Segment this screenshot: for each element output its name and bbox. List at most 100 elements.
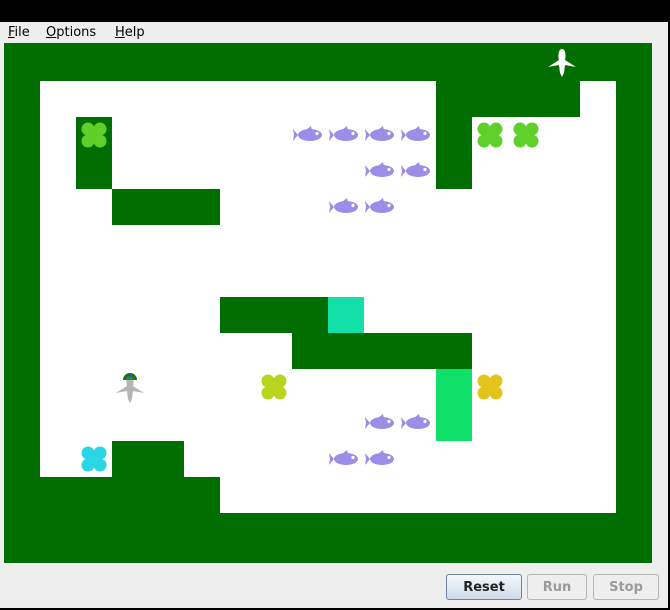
- floor-cell: [112, 153, 148, 189]
- control-bar: Reset Run Stop: [0, 564, 668, 608]
- floor-cell: [76, 261, 112, 297]
- floor-cell: [508, 297, 544, 333]
- flower-icon: [76, 441, 112, 477]
- menu-help-mnemonic: H: [115, 25, 125, 40]
- floor-cell: [256, 333, 292, 369]
- floor-cell: [544, 369, 580, 405]
- wall-cell: [76, 477, 112, 513]
- floor-cell: [580, 189, 616, 225]
- wall-cell: [400, 333, 436, 369]
- floor-cell: [544, 333, 580, 369]
- fish-icon: [364, 117, 400, 153]
- stop-button[interactable]: Stop: [593, 574, 659, 600]
- floor-cell: [184, 369, 220, 405]
- floor-cell: [400, 81, 436, 117]
- floor-cell: [364, 225, 400, 261]
- floor-cell: [292, 477, 328, 513]
- floor-cell: [112, 405, 148, 441]
- floor-cell: [40, 441, 76, 477]
- player-bird-icon[interactable]: [112, 369, 148, 405]
- floor-cell: [292, 81, 328, 117]
- wall-cell: [436, 117, 472, 153]
- floor-cell: [256, 405, 292, 441]
- menu-bar: File Options Help: [0, 22, 668, 43]
- floor-cell: [364, 297, 400, 333]
- floor-cell: [364, 81, 400, 117]
- floor-cell: [292, 441, 328, 477]
- floor-cell: [184, 261, 220, 297]
- floor-cell: [328, 153, 364, 189]
- floor-cell: [76, 405, 112, 441]
- floor-cell: [112, 297, 148, 333]
- floor-cell: [400, 261, 436, 297]
- wall-cell: [256, 297, 292, 333]
- floor-cell: [544, 189, 580, 225]
- game-board[interactable]: 1: [4, 43, 652, 563]
- floor-cell: [112, 81, 148, 117]
- floor-cell: [472, 441, 508, 477]
- menu-help[interactable]: Help: [115, 25, 145, 40]
- wall-cell: [292, 297, 328, 333]
- floor-cell: [40, 297, 76, 333]
- menu-options[interactable]: Options: [46, 25, 96, 40]
- floor-cell: [40, 189, 76, 225]
- run-button[interactable]: Run: [527, 574, 587, 600]
- floor-cell: [472, 333, 508, 369]
- floor-cell: [580, 405, 616, 441]
- menu-file[interactable]: File: [8, 25, 30, 40]
- floor-cell: [112, 117, 148, 153]
- floor-cell: [508, 441, 544, 477]
- floor-cell: [76, 81, 112, 117]
- floor-cell: [220, 333, 256, 369]
- fish-icon: [364, 153, 400, 189]
- floor-cell: [472, 261, 508, 297]
- floor-cell: [400, 441, 436, 477]
- floor-cell: [40, 333, 76, 369]
- floor-cell: [436, 261, 472, 297]
- floor-cell: [148, 405, 184, 441]
- floor-cell: [580, 261, 616, 297]
- floor-cell: [328, 225, 364, 261]
- floor-cell: [220, 153, 256, 189]
- floor-cell: [184, 441, 220, 477]
- wall-cell: [40, 477, 76, 513]
- floor-cell: [292, 261, 328, 297]
- floor-cell: [544, 441, 580, 477]
- floor-cell: [292, 369, 328, 405]
- wall-cell: [508, 81, 544, 117]
- floor-cell: [148, 117, 184, 153]
- floor-cell: [184, 405, 220, 441]
- wall-cell: [436, 153, 472, 189]
- floor-cell: [508, 225, 544, 261]
- flower-icon: [508, 117, 544, 153]
- wall-cell: [148, 441, 184, 477]
- wall-cell: [112, 189, 148, 225]
- floor-cell: [148, 81, 184, 117]
- floor-cell: [220, 477, 256, 513]
- floor-cell: [580, 81, 616, 117]
- wall-cell: [148, 189, 184, 225]
- floor-cell: [220, 405, 256, 441]
- floor-cell: [256, 477, 292, 513]
- floor-cell: [544, 405, 580, 441]
- floor-cell: [148, 369, 184, 405]
- floor-cell: [472, 405, 508, 441]
- floor-cell: [292, 153, 328, 189]
- floor-cell: [508, 369, 544, 405]
- reset-button[interactable]: Reset: [446, 574, 522, 600]
- floor-cell: [148, 261, 184, 297]
- floor-cell: [256, 225, 292, 261]
- floor-cell: [580, 441, 616, 477]
- floor-cell: [580, 153, 616, 189]
- floor-cell: [148, 333, 184, 369]
- fish-icon: [364, 441, 400, 477]
- floor-cell: [220, 261, 256, 297]
- floor-cell: [472, 297, 508, 333]
- floor-cell: [40, 369, 76, 405]
- flower-icon: [472, 369, 508, 405]
- wall-cell: [184, 189, 220, 225]
- floor-cell: [40, 405, 76, 441]
- floor-cell: [364, 261, 400, 297]
- floor-cell: [544, 297, 580, 333]
- wall-cell: [76, 153, 112, 189]
